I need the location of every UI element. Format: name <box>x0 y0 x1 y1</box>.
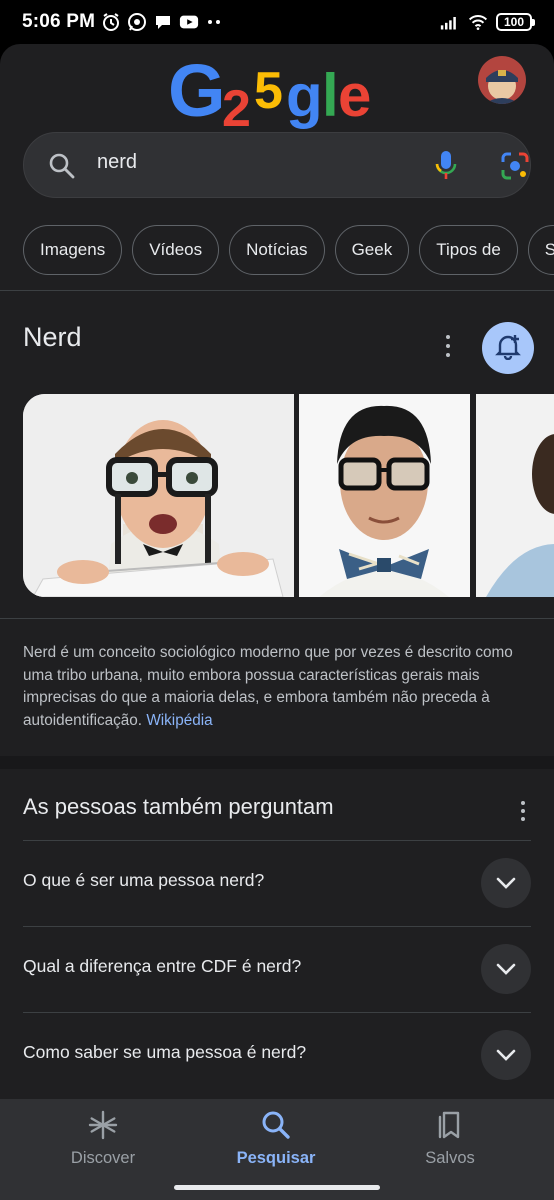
nerd-image-3[interactable] <box>476 394 554 597</box>
youtube-icon <box>179 12 199 32</box>
asterisk-icon <box>87 1109 119 1141</box>
image-divider <box>0 618 554 619</box>
svg-text:5: 5 <box>254 62 283 120</box>
more-options-icon[interactable] <box>436 332 460 360</box>
home-gesture-bar[interactable] <box>174 1185 380 1190</box>
question-row[interactable]: Como saber se uma pessoa é nerd? <box>23 1012 531 1098</box>
question-text[interactable]: Qual a diferença entre CDF é nerd? <box>23 956 301 977</box>
lens-icon[interactable] <box>500 151 530 181</box>
notification-bell-button[interactable] <box>482 322 534 374</box>
alarm-icon <box>101 12 121 32</box>
section-separator <box>0 756 554 769</box>
chevron-down-icon[interactable] <box>481 944 531 994</box>
nav-discover-label: Discover <box>70 1149 136 1167</box>
nav-discover[interactable]: Discover <box>33 1109 173 1173</box>
chevron-down-icon[interactable] <box>481 1030 531 1080</box>
question-text[interactable]: Como saber se uma pessoa é nerd? <box>23 1042 306 1063</box>
status-time: 5:06 PM <box>22 11 96 32</box>
wikipedia-link[interactable]: Wikipédia <box>146 712 212 729</box>
battery-icon: 100 <box>496 13 535 31</box>
account-avatar[interactable] <box>478 56 526 104</box>
description-text: Nerd é um conceito sociológico moderno q… <box>23 644 513 729</box>
filter-chips: Imagens Vídeos Notícias Geek Tipos de Si… <box>23 225 554 275</box>
question-row[interactable]: O que é ser uma pessoa nerd? <box>23 840 531 926</box>
chip-videos[interactable]: Vídeos <box>132 225 220 275</box>
search-icon <box>48 152 76 180</box>
mic-icon[interactable] <box>434 149 458 183</box>
paa-more-options-icon[interactable] <box>512 799 534 823</box>
bottom-navigation: Discover Pesquisar Salvos <box>0 1099 554 1200</box>
wifi-icon <box>468 12 488 32</box>
nav-pesquisar[interactable]: Pesquisar <box>206 1109 346 1173</box>
section-divider <box>0 290 554 291</box>
svg-text:l: l <box>322 62 339 129</box>
people-also-ask-title: As pessoas também perguntam <box>23 794 334 819</box>
nav-salvos-label: Salvos <box>425 1149 475 1167</box>
search-results-sheet: G 2 5 g l e nerd Imagens Vídeos Notícias… <box>0 44 554 1200</box>
google-doodle-logo[interactable]: G 2 5 g l e <box>168 49 388 138</box>
knowledge-panel-description: Nerd é um conceito sociológico moderno q… <box>23 642 523 732</box>
chip-imagens[interactable]: Imagens <box>23 225 123 275</box>
search-bar[interactable]: nerd <box>23 132 531 198</box>
chip-sinonimos[interactable]: Sinô <box>527 225 554 275</box>
svg-text:g: g <box>286 62 323 129</box>
signal-icon <box>440 12 460 32</box>
chip-geek[interactable]: Geek <box>334 225 410 275</box>
nav-salvos[interactable]: Salvos <box>380 1109 520 1173</box>
nav-pesquisar-label: Pesquisar <box>236 1149 316 1167</box>
search-icon <box>260 1109 292 1141</box>
bookmarks-icon <box>434 1109 466 1141</box>
search-query[interactable]: nerd <box>97 151 137 174</box>
chevron-down-icon[interactable] <box>481 858 531 908</box>
svg-text:e: e <box>338 62 371 129</box>
knowledge-panel-title: Nerd <box>23 322 82 352</box>
chip-noticias[interactable]: Notícias <box>229 225 325 275</box>
question-row[interactable]: Qual a diferença entre CDF é nerd? <box>23 926 531 1012</box>
chat-icon <box>153 12 173 32</box>
chip-tipos-de[interactable]: Tipos de <box>419 225 518 275</box>
more-dots-icon <box>205 12 225 32</box>
nerd-image-1[interactable] <box>23 394 294 597</box>
question-text[interactable]: O que é ser uma pessoa nerd? <box>23 870 264 891</box>
bell-plus-icon <box>494 332 522 365</box>
whatsapp-icon <box>127 12 147 32</box>
nerd-image-2[interactable] <box>299 394 470 597</box>
status-bar: 5:06 PM 100 <box>0 0 554 44</box>
svg-text:G: G <box>168 50 226 130</box>
svg-text:2: 2 <box>222 80 251 130</box>
